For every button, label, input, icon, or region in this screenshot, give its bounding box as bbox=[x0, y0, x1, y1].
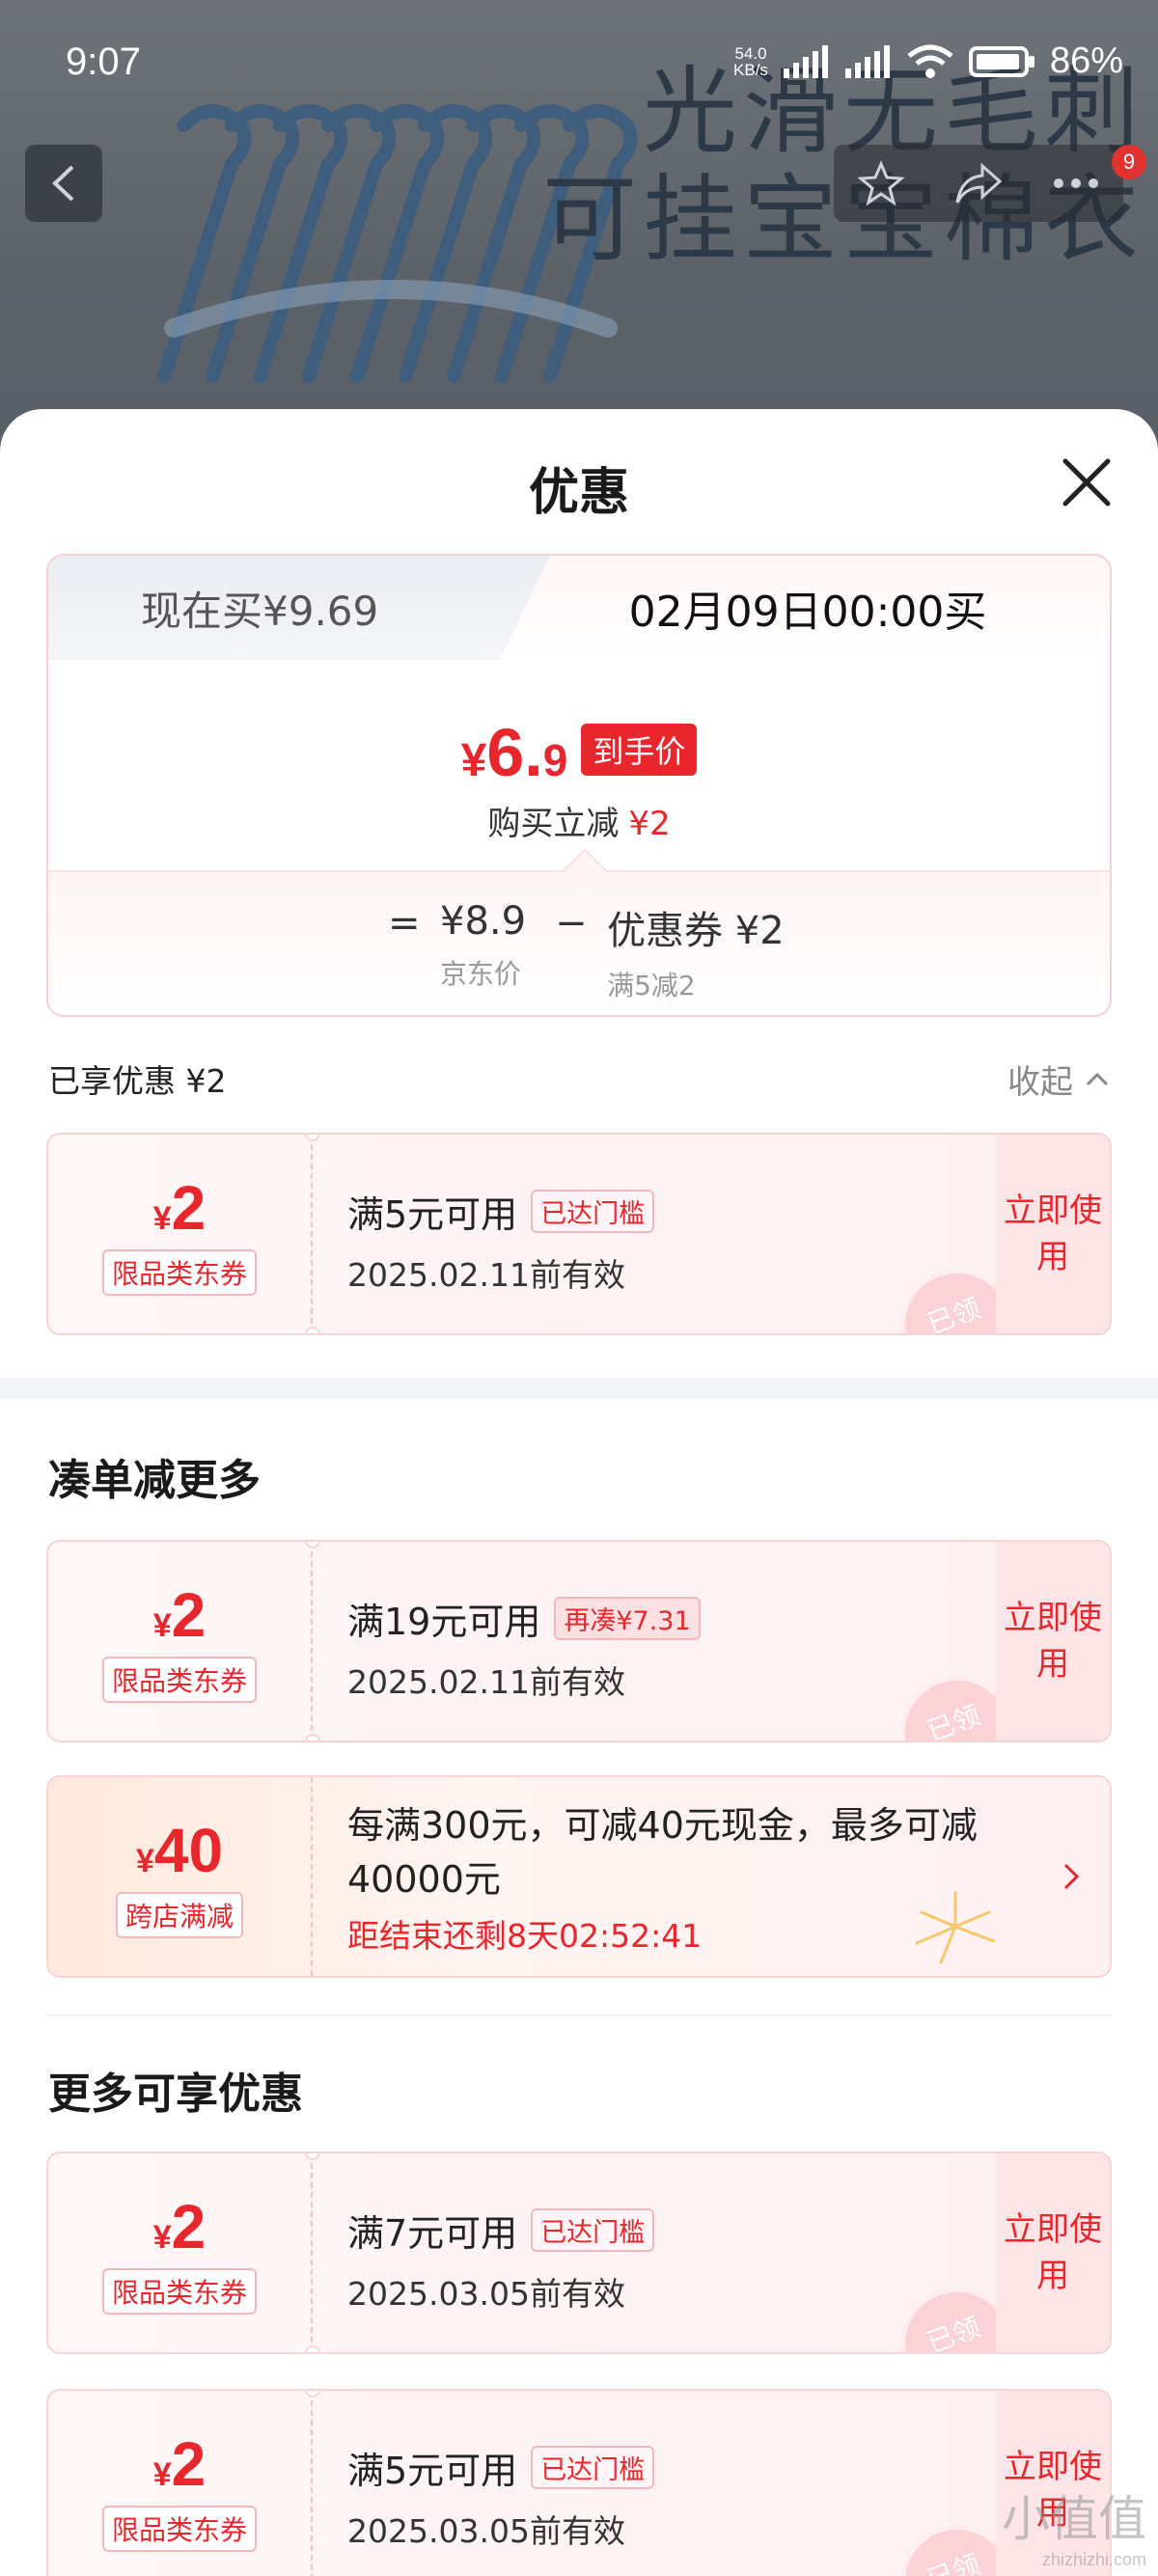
coupon-type: 限品类东券 bbox=[101, 1657, 257, 1703]
use-now-button[interactable]: 立即使用 bbox=[996, 1135, 1110, 1333]
close-icon[interactable] bbox=[1062, 457, 1112, 507]
wifi-icon bbox=[907, 44, 953, 78]
coupon-type: 限品类东券 bbox=[101, 1249, 257, 1296]
section-title-more-order: 凑单减更多 bbox=[48, 1456, 261, 1505]
battery-percent: 86% bbox=[1049, 41, 1123, 81]
final-price: ¥6.9 bbox=[460, 715, 568, 790]
watermark: 小值值 zhizhizhi.com bbox=[1002, 2491, 1146, 2569]
final-price-row: ¥6.9 到手价 bbox=[48, 714, 1110, 791]
use-now-button[interactable]: 立即使用 bbox=[996, 1542, 1110, 1740]
status-time: 9:07 bbox=[66, 41, 141, 83]
coupon-amount: ¥2 bbox=[152, 2429, 207, 2499]
coupon-deduction: 优惠券 ¥2 满5减2 bbox=[607, 909, 785, 1001]
firework-decoration bbox=[915, 1891, 996, 1964]
tab-future-buy[interactable]: 02月09日00:00买 bbox=[502, 556, 1110, 660]
jd-price: ¥8.9 京东价 bbox=[440, 899, 527, 990]
collapse-button[interactable]: 收起 bbox=[1007, 1055, 1110, 1103]
coupon-state: 已达门槛 bbox=[531, 1190, 655, 1233]
chevron-left-icon bbox=[52, 165, 74, 202]
discount-type: 跨店满减 bbox=[115, 1892, 243, 1938]
back-button[interactable] bbox=[25, 145, 102, 222]
coupon-condition: 满19元可用 bbox=[347, 1601, 541, 1643]
tab-buy-now[interactable]: 现在买¥9.69 bbox=[48, 556, 550, 660]
coupon-state: 已达门槛 bbox=[531, 2446, 655, 2489]
coupon-validity: 2025.02.11前有效 bbox=[347, 1256, 625, 1294]
coupon-validity: 2025.03.05前有效 bbox=[347, 2275, 625, 2313]
chevron-right-icon bbox=[1063, 1863, 1080, 1890]
status-bar: 9:07 54.0 KB/s 86% bbox=[0, 0, 1158, 125]
instant-cut: 购买立减 ¥2 bbox=[487, 805, 671, 843]
minus-sign: − bbox=[555, 901, 588, 945]
price-calculation: = ¥8.9 京东价 − 优惠券 ¥2 满5减2 bbox=[48, 848, 1110, 1015]
final-price-tag: 到手价 bbox=[581, 724, 698, 776]
notification-badge: 9 bbox=[1112, 145, 1146, 179]
signal-icon-2 bbox=[844, 44, 890, 78]
coupon-card: ¥2 限品类东券 满19元可用 再凑¥7.31 2025.02.11前有效 已领… bbox=[46, 1540, 1112, 1742]
top-actions bbox=[834, 145, 1123, 222]
coupon-amount: ¥2 bbox=[152, 1173, 207, 1243]
signal-icon bbox=[783, 44, 828, 78]
coupon-amount: ¥2 bbox=[152, 1580, 207, 1650]
coupon-state: 已达门槛 bbox=[531, 2208, 655, 2252]
more-icon[interactable] bbox=[1053, 177, 1099, 190]
coupon-card: ¥2 限品类东券 满7元可用 已达门槛 2025.03.05前有效 已领 立即使… bbox=[46, 2151, 1112, 2354]
coupon-card: ¥2 限品类东券 满5元可用 已达门槛 2025.03.05前有效 已领 立即使… bbox=[46, 2389, 1112, 2576]
star-icon[interactable] bbox=[858, 160, 905, 206]
price-card: 02月09日00:00买 现在买¥9.69 ¥6.9 到手价 购买立减 ¥2 = … bbox=[46, 554, 1112, 1017]
coupon-condition: 满7元可用 bbox=[347, 2212, 518, 2255]
battery-icon bbox=[968, 45, 1034, 77]
coupon-card: ¥2 限品类东券 满5元可用 已达门槛 2025.02.11前有效 已领 立即使… bbox=[46, 1133, 1112, 1335]
divider bbox=[46, 2014, 1112, 2016]
section-divider bbox=[0, 1378, 1158, 1399]
share-icon[interactable] bbox=[953, 160, 1004, 206]
discount-amount: ¥40 bbox=[135, 1816, 224, 1885]
enjoyed-discount: 已享优惠 ¥2 bbox=[48, 1062, 227, 1100]
coupon-validity: 2025.02.11前有效 bbox=[347, 1663, 625, 1701]
coupon-type: 限品类东券 bbox=[101, 2506, 257, 2552]
coupon-type: 限品类东券 bbox=[101, 2268, 257, 2315]
equals-sign: = bbox=[388, 901, 421, 945]
coupon-amount: ¥2 bbox=[152, 2192, 207, 2261]
section-title-more-discounts: 更多可享优惠 bbox=[48, 2069, 303, 2119]
coupon-validity: 2025.03.05前有效 bbox=[347, 2512, 625, 2550]
coupon-state: 再凑¥7.31 bbox=[554, 1597, 701, 1640]
network-speed: 54.0 KB/s bbox=[733, 43, 768, 79]
cross-store-discount-card[interactable]: ¥40 跨店满减 每满300元，可减40元现金，最多可减40000元 距结束还剩… bbox=[46, 1775, 1112, 1978]
status-icons: 54.0 KB/s 86% bbox=[733, 41, 1123, 82]
coupon-condition: 满5元可用 bbox=[347, 2450, 518, 2492]
discount-sheet: 优惠 02月09日00:00买 现在买¥9.69 ¥6.9 到手价 购买立减 ¥2… bbox=[0, 409, 1158, 2576]
sheet-title: 优惠 bbox=[528, 464, 629, 522]
coupon-condition: 满5元可用 bbox=[347, 1193, 518, 1236]
pointer-arrow bbox=[563, 848, 607, 892]
use-now-button[interactable]: 立即使用 bbox=[996, 2153, 1110, 2352]
chevron-up-icon bbox=[1086, 1072, 1109, 1085]
